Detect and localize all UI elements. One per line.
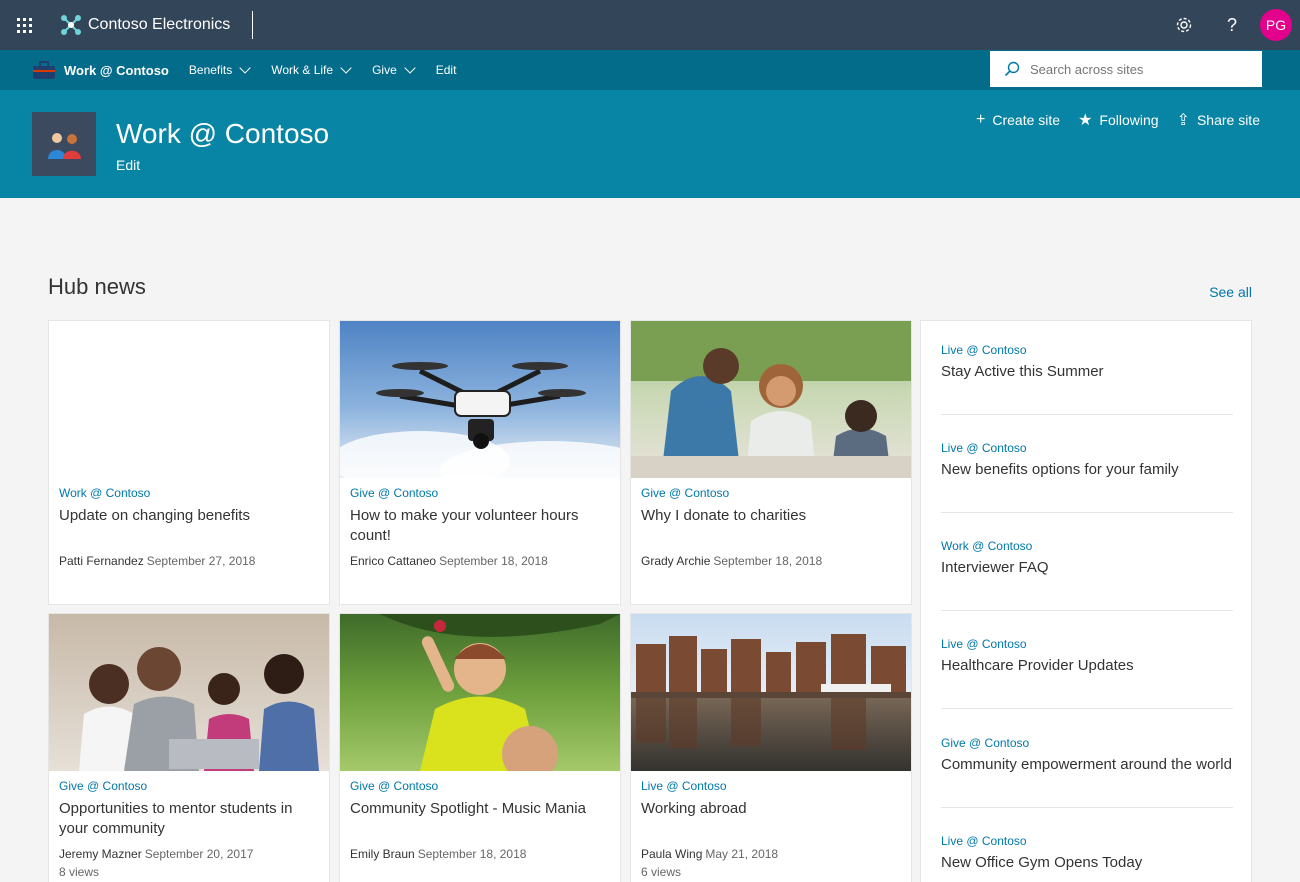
news-site-label[interactable]: Live @ Contoso bbox=[941, 834, 1233, 848]
site-header: Work @ Contoso Edit + Create site ★ Follow… bbox=[0, 90, 1300, 198]
side-news-item[interactable]: Live @ Contoso New Office Gym Opens Toda… bbox=[941, 834, 1233, 882]
news-title: Working abroad bbox=[641, 800, 747, 817]
news-title: Opportunities to mentor students in your… bbox=[59, 800, 293, 837]
hub-nav-edit[interactable]: Edit bbox=[436, 63, 457, 77]
people-icon bbox=[48, 133, 81, 159]
news-site-label[interactable]: Give @ Contoso bbox=[941, 736, 1233, 750]
news-card[interactable]: Give @ Contoso Why I donate to charities… bbox=[630, 320, 912, 605]
side-news-item[interactable]: Live @ Contoso Healthcare Provider Updat… bbox=[941, 637, 1233, 709]
news-byline: Paula Wing May 21, 2018 bbox=[641, 847, 779, 861]
chevron-down-icon bbox=[404, 61, 416, 74]
chevron-down-icon bbox=[239, 61, 251, 74]
news-site-label[interactable]: Work @ Contoso bbox=[941, 539, 1233, 553]
news-title: Interviewer FAQ bbox=[941, 559, 1049, 576]
see-all-link[interactable]: See all bbox=[1209, 284, 1252, 300]
news-thumbnail bbox=[49, 321, 329, 478]
share-site-button[interactable]: ⇪ Share site bbox=[1177, 110, 1260, 130]
mentor-image bbox=[49, 614, 329, 771]
brand[interactable]: Contoso Electronics bbox=[48, 11, 254, 39]
search-icon bbox=[1004, 61, 1020, 77]
family-image bbox=[631, 321, 911, 478]
following-button[interactable]: ★ Following bbox=[1078, 110, 1158, 130]
news-site-label[interactable]: Live @ Contoso bbox=[941, 637, 1233, 651]
news-site-label[interactable]: Live @ Contoso bbox=[641, 779, 901, 793]
canal-image bbox=[631, 614, 911, 771]
side-news-item[interactable]: Give @ Contoso Community empowerment aro… bbox=[941, 736, 1233, 808]
site-logo[interactable] bbox=[32, 112, 96, 176]
news-byline: Patti Fernandez September 27, 2018 bbox=[59, 554, 256, 568]
news-site-label[interactable]: Live @ Contoso bbox=[941, 343, 1233, 357]
side-news-item[interactable]: Live @ Contoso New benefits options for … bbox=[941, 441, 1233, 513]
side-news-item[interactable]: Live @ Contoso Stay Active this Summer bbox=[941, 343, 1233, 415]
create-site-button[interactable]: + Create site bbox=[976, 111, 1060, 129]
hub-logo-icon bbox=[33, 61, 55, 79]
news-title: New Office Gym Opens Today bbox=[941, 854, 1143, 871]
news-views: 8 views bbox=[59, 865, 100, 879]
search-input[interactable] bbox=[1030, 61, 1250, 77]
news-title: Healthcare Provider Updates bbox=[941, 657, 1134, 674]
news-byline: Emily Braun September 18, 2018 bbox=[350, 847, 527, 861]
share-icon: ⇪ bbox=[1176, 112, 1190, 129]
news-site-label[interactable]: Give @ Contoso bbox=[59, 779, 319, 793]
news-title: Why I donate to charities bbox=[641, 507, 807, 524]
suite-bar: Contoso Electronics ? PG bbox=[0, 0, 1300, 50]
site-title: Work @ Contoso bbox=[116, 118, 330, 149]
news-views: 6 views bbox=[641, 865, 682, 879]
news-byline: Grady Archie September 18, 2018 bbox=[641, 554, 823, 568]
news-card[interactable]: Give @ Contoso Opportunities to mentor s… bbox=[48, 613, 330, 882]
news-title: Community Spotlight - Music Mania bbox=[350, 800, 586, 817]
news-title: Update on changing benefits bbox=[59, 507, 250, 524]
news-site-label[interactable]: Live @ Contoso bbox=[941, 441, 1233, 455]
music-image bbox=[340, 614, 620, 771]
chevron-down-icon bbox=[340, 61, 352, 74]
site-edit-link[interactable]: Edit bbox=[116, 157, 140, 173]
news-byline: Enrico Cattaneo September 18, 2018 bbox=[350, 554, 548, 568]
news-site-label[interactable]: Give @ Contoso bbox=[350, 486, 610, 500]
hub-title[interactable]: Work @ Contoso bbox=[64, 63, 169, 78]
plus-icon: + bbox=[976, 111, 986, 128]
app-launcher-icon[interactable] bbox=[0, 0, 48, 50]
news-title: Community empowerment around the world bbox=[941, 756, 1232, 773]
settings-gear-icon[interactable] bbox=[1160, 0, 1208, 50]
star-icon: ★ bbox=[1078, 112, 1093, 129]
news-card[interactable]: Give @ Contoso How to make your voluntee… bbox=[339, 320, 621, 605]
drone-image bbox=[340, 321, 620, 478]
search-box[interactable] bbox=[990, 51, 1262, 87]
news-card[interactable]: Give @ Contoso Community Spotlight - Mus… bbox=[339, 613, 621, 882]
contoso-logo-icon bbox=[61, 15, 81, 35]
avatar[interactable]: PG bbox=[1260, 9, 1292, 41]
news-side-list: Live @ Contoso Stay Active this Summer L… bbox=[920, 320, 1252, 882]
news-title: Stay Active this Summer bbox=[941, 363, 1104, 380]
news-title: New benefits options for your family bbox=[941, 461, 1179, 478]
hub-nav-benefits[interactable]: Benefits bbox=[189, 61, 251, 77]
help-icon[interactable]: ? bbox=[1208, 0, 1256, 50]
news-card[interactable]: Work @ Contoso Update on changing benefi… bbox=[48, 320, 330, 605]
hub-nav-work-life[interactable]: Work & Life bbox=[271, 61, 352, 77]
hub-nav-give[interactable]: Give bbox=[372, 61, 416, 77]
news-site-label[interactable]: Give @ Contoso bbox=[641, 486, 901, 500]
news-card[interactable]: Live @ Contoso Working abroad Paula Wing… bbox=[630, 613, 912, 882]
news-byline: Jeremy Mazner September 20, 2017 bbox=[59, 847, 254, 861]
side-news-item[interactable]: Work @ Contoso Interviewer FAQ bbox=[941, 539, 1233, 611]
news-title: How to make your volunteer hours count! bbox=[350, 507, 579, 544]
section-title: Hub news bbox=[48, 274, 146, 299]
brand-name: Contoso Electronics bbox=[88, 16, 231, 33]
news-site-label[interactable]: Work @ Contoso bbox=[59, 486, 319, 500]
news-site-label[interactable]: Give @ Contoso bbox=[350, 779, 610, 793]
